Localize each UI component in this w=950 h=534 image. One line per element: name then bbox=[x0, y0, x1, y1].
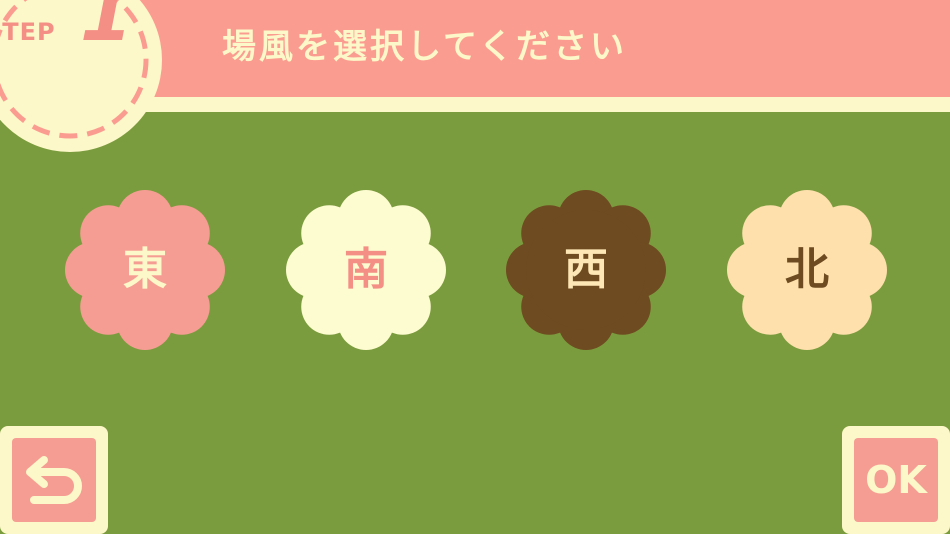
game-screen: 場風を選択してください STEP 1 東 南 西 北 bbox=[0, 0, 950, 534]
step-number: 1 bbox=[80, 0, 133, 58]
ok-button-face: OK bbox=[854, 438, 938, 522]
wind-label-north: 北 bbox=[785, 244, 829, 295]
back-button[interactable] bbox=[0, 426, 108, 534]
wind-label-south: 南 bbox=[344, 244, 388, 295]
step-badge: STEP 1 bbox=[0, 0, 170, 160]
back-button-face bbox=[12, 438, 96, 522]
ok-button[interactable]: OK bbox=[842, 426, 950, 534]
wind-label-west: 西 bbox=[564, 244, 608, 295]
step-label: STEP bbox=[0, 18, 56, 46]
wind-option-south[interactable]: 南 bbox=[286, 190, 446, 350]
wind-option-east[interactable]: 東 bbox=[65, 190, 225, 350]
wind-option-west[interactable]: 西 bbox=[506, 190, 666, 350]
undo-arrow-icon bbox=[26, 456, 82, 504]
page-title: 場風を選択してください bbox=[222, 27, 627, 67]
ok-button-label: OK bbox=[865, 458, 927, 502]
wind-label-east: 東 bbox=[123, 244, 167, 295]
wind-option-north[interactable]: 北 bbox=[727, 190, 887, 350]
